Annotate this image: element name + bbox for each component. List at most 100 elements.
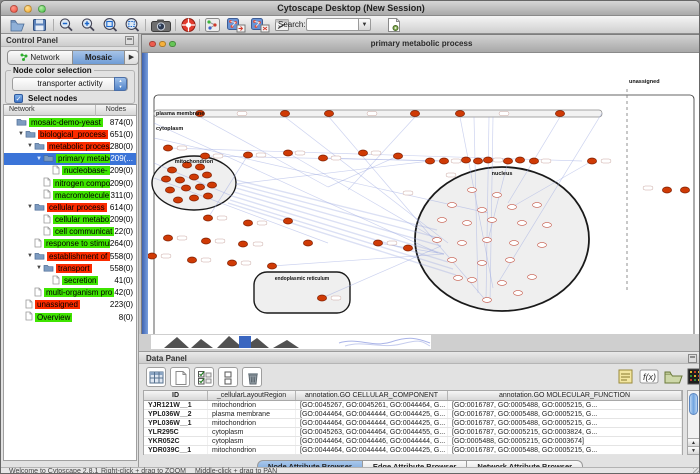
tree-item-label[interactable]: cell communicat <box>53 227 114 236</box>
disclosure-triangle-icon[interactable]: ▼ <box>26 253 34 259</box>
tree-row[interactable]: ▼cellular process614(0) <box>4 201 136 213</box>
table-cell[interactable]: [GO:0016787, GO:0005488, GO:0005215, G..… <box>448 446 682 454</box>
table-cell[interactable]: cytoplasm <box>208 428 296 436</box>
tree-item-label[interactable]: unassigned <box>35 300 80 309</box>
tree-row[interactable]: macromolecule311(0) <box>4 189 136 201</box>
tree-item-label[interactable]: nucleobase- <box>62 166 110 175</box>
tree-row[interactable]: ▼transport558(0) <box>4 262 136 274</box>
save-icon[interactable] <box>31 17 48 33</box>
open-folder-icon[interactable] <box>9 17 26 33</box>
tab-mosaic[interactable]: Mosaic <box>73 50 125 65</box>
node-color-dropdown[interactable]: transporter activity▲▼ <box>12 77 128 91</box>
attribute-table[interactable]: ID_cellularLayoutRegionannotation.GO CEL… <box>143 390 683 455</box>
snapshot-camera-icon[interactable] <box>150 17 172 33</box>
table-row[interactable]: YPL036W__1mitochondrion[GO:0044464, GO:0… <box>144 419 682 428</box>
zoom-fit-icon[interactable] <box>102 17 119 33</box>
table-cell[interactable]: [GO:0016787, GO:0005488, GO:0005215, G..… <box>448 419 682 427</box>
scroll-up-button[interactable]: ▲ <box>688 438 699 446</box>
table-cell[interactable]: YLR295C <box>144 428 208 436</box>
table-cell[interactable]: plasma membrane <box>208 410 296 418</box>
tree-item-label[interactable]: establishment of lo <box>47 252 110 261</box>
table-cell[interactable]: [GO:0045263, GO:0044464, GO:0044455, G..… <box>296 428 448 436</box>
column-header[interactable]: _cellularLayoutRegion <box>208 391 296 400</box>
tree-item-label[interactable]: macromolecule <box>53 191 110 200</box>
table-cell[interactable]: [GO:0044464, GO:0044446, GO:0044444, G..… <box>296 437 448 445</box>
tree-item-label[interactable]: multi-organism pro <box>44 288 114 297</box>
attribute-editor-icon[interactable] <box>617 368 635 386</box>
tree-row[interactable]: mosaic-demo-yeast874(0) <box>4 116 136 128</box>
network-view-titlebar[interactable]: primary metabolic process <box>142 35 700 53</box>
tree-item-label[interactable]: cellular process <box>47 203 107 212</box>
tree-row[interactable]: nucleobase-209(0) <box>4 165 136 177</box>
table-cell[interactable]: YKR052C <box>144 437 208 445</box>
tree-row[interactable]: Overview8(0) <box>4 311 136 323</box>
column-header[interactable]: ID <box>144 391 208 400</box>
new-attribute-icon[interactable] <box>170 367 190 387</box>
column-header[interactable]: annotation.GO MOLECULAR_FUNCTION <box>448 391 682 400</box>
tree-col-nodes[interactable]: Nodes <box>106 106 126 113</box>
disclosure-triangle-icon[interactable]: ▼ <box>17 131 25 137</box>
tree-row[interactable]: nitrogen compo209(0) <box>4 177 136 189</box>
table-cell[interactable]: mitochondrion <box>208 401 296 409</box>
column-header[interactable]: annotation.GO CELLULAR_COMPONENT <box>296 391 448 400</box>
tree-row[interactable]: secretion41(0) <box>4 274 136 286</box>
disclosure-triangle-icon[interactable]: ▼ <box>26 204 34 210</box>
tree-item-label[interactable]: mosaic-demo-yeast <box>29 118 103 127</box>
formula-builder-icon[interactable]: f(x) <box>639 368 657 386</box>
table-vertical-scrollbar[interactable]: ▲ ▼ <box>687 390 700 455</box>
tree-row[interactable]: ▼primary metabo209(... <box>4 153 136 165</box>
tree-item-label[interactable]: response to stimulu <box>44 239 110 248</box>
destroy-network-view-icon[interactable] <box>250 17 270 33</box>
tree-row[interactable]: multi-organism pro42(0) <box>4 287 136 299</box>
tree-item-label[interactable]: nitrogen compo <box>53 179 110 188</box>
table-cell[interactable]: [GO:0005488, GO:0005215, GO:0003674] <box>448 437 682 445</box>
table-row[interactable]: YDR039C__1mitochondrion[GO:0044464, GO:0… <box>144 446 682 455</box>
table-cell[interactable]: YJR121W__1 <box>144 401 208 409</box>
search-input[interactable] <box>306 18 358 31</box>
table-cell[interactable]: [GO:0016787, GO:0005488, GO:0005215, G..… <box>448 401 682 409</box>
resize-grip[interactable] <box>693 468 700 474</box>
table-cell[interactable]: YPL036W__1 <box>144 419 208 427</box>
tree-row[interactable]: ▼establishment of lo558(0) <box>4 250 136 262</box>
attribute-table-icon[interactable] <box>146 367 166 387</box>
scroll-down-button[interactable]: ▼ <box>688 446 699 454</box>
delete-attribute-icon[interactable] <box>242 367 262 387</box>
tree-item-label[interactable]: secretion <box>62 276 98 285</box>
select-attributes-icon[interactable] <box>194 367 214 387</box>
table-row[interactable]: YPL036W__2plasma membrane[GO:0044464, GO… <box>144 410 682 419</box>
table-cell[interactable]: cytoplasm <box>208 437 296 445</box>
table-cell[interactable]: [GO:0044464, GO:0044444, GO:0044425, G..… <box>296 410 448 418</box>
network-canvas[interactable]: plasma membranecytoplasmmitochondrionnuc… <box>148 53 700 334</box>
table-cell[interactable]: [GO:0044464, GO:0044444, GO:0044425, G..… <box>296 419 448 427</box>
table-row[interactable]: YLR295Ccytoplasm[GO:0045263, GO:0044464,… <box>144 428 682 437</box>
table-cell[interactable]: mitochondrion <box>208 419 296 427</box>
tree-item-label[interactable]: primary metabo <box>56 154 110 163</box>
table-cell[interactable]: YDR039C__1 <box>144 446 208 454</box>
tree-item-label[interactable]: transport <box>56 264 92 273</box>
table-cell[interactable]: [GO:0045267, GO:0045261, GO:0044464, G..… <box>296 401 448 409</box>
import-attributes-icon[interactable] <box>663 368 681 386</box>
tree-row[interactable]: response to stimulu264(0) <box>4 238 136 250</box>
tree-col-network[interactable]: Network <box>9 106 35 113</box>
tree-item-label[interactable]: metabolic process <box>47 142 110 151</box>
tab-network[interactable]: Network <box>7 50 73 65</box>
disclosure-triangle-icon[interactable]: ▼ <box>26 143 34 149</box>
tree-item-label[interactable]: biological_process <box>38 130 108 139</box>
table-row[interactable]: YJR121W__1mitochondrion[GO:0045267, GO:0… <box>144 401 682 410</box>
zoom-in-icon[interactable] <box>80 17 97 33</box>
tree-item-label[interactable]: cellular metabo <box>53 215 110 224</box>
tree-row[interactable]: cell communicat22(0) <box>4 226 136 238</box>
unselect-attributes-icon[interactable] <box>218 367 238 387</box>
zoom-out-icon[interactable] <box>58 17 75 33</box>
float-data-panel-icon[interactable] <box>688 354 697 363</box>
tree-row[interactable]: cellular metabo209(0) <box>4 214 136 226</box>
matrix-icon[interactable] <box>687 368 700 386</box>
float-panel-icon[interactable] <box>125 36 134 45</box>
attribute-table-header[interactable]: ID_cellularLayoutRegionannotation.GO CEL… <box>144 391 682 401</box>
table-cell[interactable]: mitochondrion <box>208 446 296 454</box>
table-cell[interactable]: [GO:0016787, GO:0005488, GO:0005215, G..… <box>448 410 682 418</box>
search-dropdown-arrow[interactable]: ▼ <box>358 18 371 31</box>
table-row[interactable]: YKR052Ccytoplasm[GO:0044464, GO:0044446,… <box>144 437 682 446</box>
tree-row[interactable]: ▼biological_process651(0) <box>4 128 136 140</box>
select-nodes-checkbox[interactable]: ✓ <box>14 94 23 103</box>
